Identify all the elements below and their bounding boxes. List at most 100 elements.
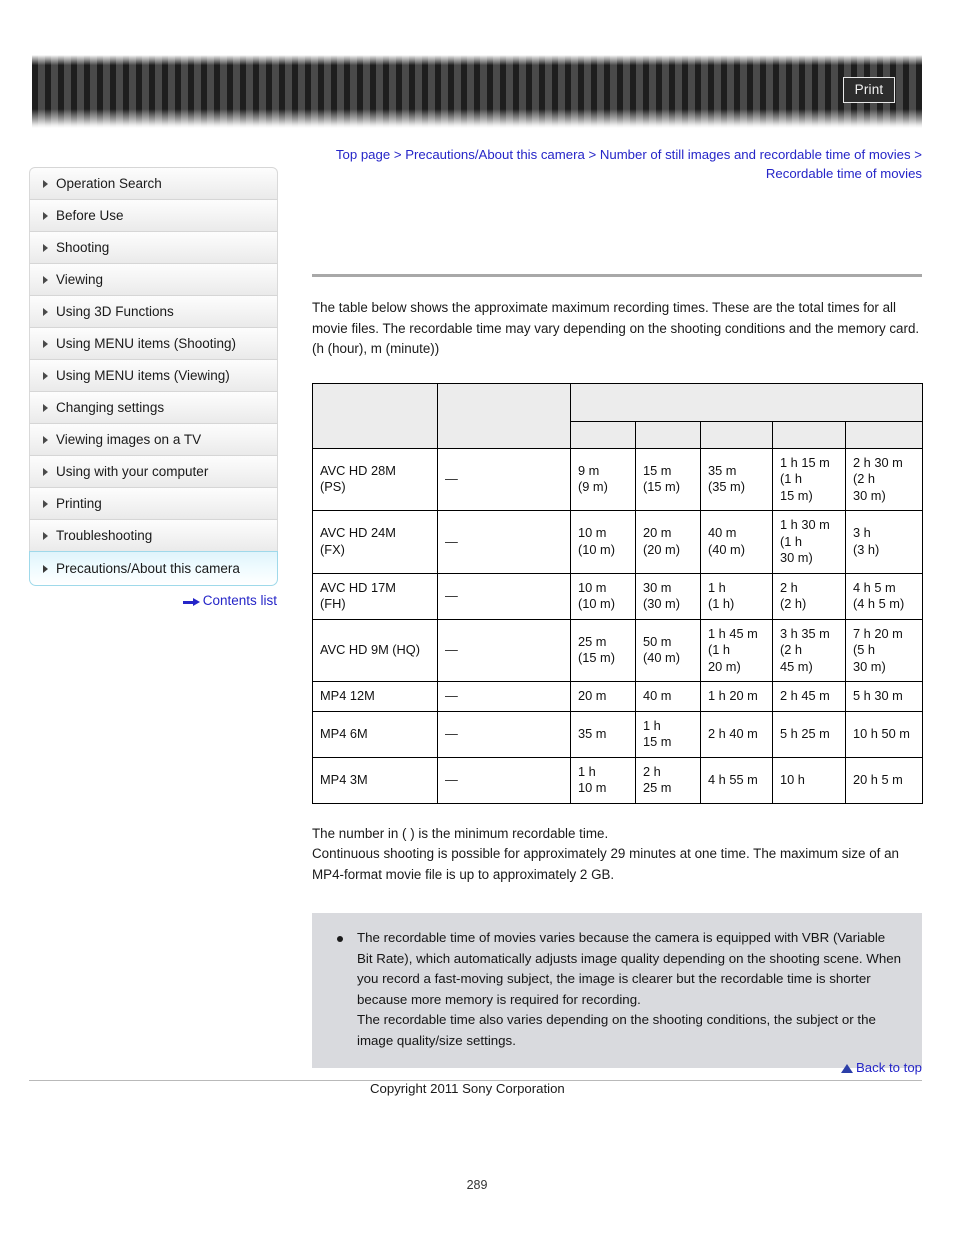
table-cell-value: — bbox=[437, 572, 571, 620]
cell-line: 40 m bbox=[708, 525, 737, 541]
sidebar-item-label: Using 3D Functions bbox=[56, 304, 174, 319]
triangle-right-icon bbox=[43, 531, 48, 540]
sidebar-item-label: Precautions/About this camera bbox=[56, 561, 240, 576]
sidebar-item-using-menu-items-shooting[interactable]: Using MENU items (Shooting) bbox=[29, 327, 278, 359]
cell-line: 7 h 20 m bbox=[853, 625, 903, 641]
cell-line: 25 m bbox=[578, 633, 607, 649]
sidebar-item-troubleshooting[interactable]: Troubleshooting bbox=[29, 519, 278, 551]
cell-line: 3 h bbox=[853, 525, 871, 541]
table-cell-value: 3 h 35 m (2 h 45 m) bbox=[772, 618, 846, 682]
cell-line: (15 m) bbox=[643, 479, 680, 495]
vbr-note-box: The recordable time of movies varies bec… bbox=[312, 913, 922, 1068]
sidebar-item-label: Viewing bbox=[56, 272, 104, 287]
table-cell-value: 30 m (30 m) bbox=[635, 572, 701, 620]
sidebar-item-using-menu-items-viewing[interactable]: Using MENU items (Viewing) bbox=[29, 359, 278, 391]
table-cell-value: 25 m (15 m) bbox=[570, 618, 636, 682]
sidebar-item-shooting[interactable]: Shooting bbox=[29, 231, 278, 263]
triangle-right-icon bbox=[43, 179, 48, 188]
header-cell-capacity-2 bbox=[635, 420, 701, 449]
cell-line: 25 m bbox=[643, 780, 672, 795]
table-cell-value: — bbox=[437, 681, 571, 712]
cell-line: 1 h bbox=[578, 763, 596, 779]
table-cell-model: AVC HD 24M (FX) bbox=[312, 510, 438, 574]
cell-line: 1 h bbox=[643, 717, 661, 733]
sidebar-item-using-3d-functions[interactable]: Using 3D Functions bbox=[29, 295, 278, 327]
header-cell-format bbox=[312, 382, 438, 449]
cell-line: 5 h 25 m bbox=[780, 725, 830, 741]
breadcrumb-item-2[interactable]: Number of still images and recordable ti… bbox=[600, 147, 911, 162]
table-cell-value: 2 h 40 m bbox=[700, 710, 773, 758]
cell-line: 20 m bbox=[578, 688, 607, 703]
back-to-top-link[interactable]: Back to top bbox=[312, 1060, 922, 1075]
cell-line: (2 h bbox=[853, 471, 876, 486]
breadcrumb-separator: > bbox=[910, 147, 922, 162]
table-header-row-1 bbox=[312, 382, 924, 449]
table-cell-model: AVC HD 28M (PS) bbox=[312, 447, 438, 511]
table-cell-value: 9 m (9 m) bbox=[570, 447, 636, 511]
triangle-right-icon bbox=[43, 243, 48, 252]
table-cell-value: 20 m bbox=[570, 681, 636, 712]
cell-line: — bbox=[445, 725, 458, 741]
cell-line: (1 h bbox=[780, 533, 803, 549]
header-cell-internal-memory bbox=[437, 382, 571, 449]
table-cell-value: 1 h 10 m bbox=[570, 756, 636, 804]
table-cell-value: 50 m (40 m) bbox=[635, 618, 701, 682]
cell-line: (1 h bbox=[780, 471, 803, 486]
table-head bbox=[312, 382, 924, 449]
cell-line: 2 h 40 m bbox=[708, 725, 758, 741]
table-cell-model: MP4 3M bbox=[312, 756, 438, 804]
sidebar-item-viewing[interactable]: Viewing bbox=[29, 263, 278, 295]
triangle-right-icon bbox=[43, 564, 48, 573]
table-cell-value: 10 h bbox=[772, 756, 846, 804]
sidebar-item-operation-search[interactable]: Operation Search bbox=[29, 167, 278, 199]
sidebar-item-using-with-your-computer[interactable]: Using with your computer bbox=[29, 455, 278, 487]
table-cell-model: AVC HD 17M (FH) bbox=[312, 572, 438, 620]
table-row: MP4 12M — 20 m 40 m 1 h 20 m 2 h 45 m 5 h 30 m bbox=[312, 681, 924, 712]
sidebar-item-viewing-images-on-a-tv[interactable]: Viewing images on a TV bbox=[29, 423, 278, 455]
print-button[interactable]: Print bbox=[843, 77, 895, 103]
table-cell-value: 1 h 20 m bbox=[700, 681, 773, 712]
sidebar-item-precautions-about-this-camera[interactable]: Precautions/About this camera bbox=[29, 551, 278, 586]
breadcrumb-item-1[interactable]: Precautions/About this camera bbox=[405, 147, 585, 162]
cell-line: (FH) bbox=[320, 596, 346, 611]
table-cell-value: 1 h 15 m (1 h 15 m) bbox=[772, 447, 846, 511]
table-cell-value: — bbox=[437, 510, 571, 574]
sidebar-item-changing-settings[interactable]: Changing settings bbox=[29, 391, 278, 423]
table-cell-value: 4 h 55 m bbox=[700, 756, 773, 804]
cell-line: MP4 12M bbox=[320, 688, 375, 703]
cell-line: 15 m) bbox=[780, 487, 813, 503]
cell-line: AVC HD 17M bbox=[320, 579, 396, 595]
sidebar-item-label: Viewing images on a TV bbox=[56, 432, 202, 447]
cell-line: (2 h) bbox=[780, 596, 807, 611]
table-row: AVC HD 17M (FH) —10 m (10 m) 30 m (30 m) 1 h (1… bbox=[312, 572, 924, 620]
table-cell-value: — bbox=[437, 756, 571, 804]
cell-line: (PS) bbox=[320, 479, 346, 495]
table-cell-value: 10 m (10 m) bbox=[570, 510, 636, 574]
breadcrumb-item-0[interactable]: Top page bbox=[336, 147, 390, 162]
cell-line: — bbox=[445, 688, 458, 703]
cell-line: 30 m bbox=[643, 579, 672, 595]
cell-line: 20 m) bbox=[708, 658, 741, 674]
post-note-line-2: Continuous shooting is possible for appr… bbox=[312, 846, 900, 882]
breadcrumb-item-3[interactable]: Recordable time of movies bbox=[766, 166, 922, 181]
table-cell-value: 35 m bbox=[570, 710, 636, 758]
triangle-right-icon bbox=[43, 435, 48, 444]
page-number: 289 bbox=[466, 1178, 488, 1192]
top-banner: Print bbox=[32, 55, 922, 128]
triangle-right-icon bbox=[43, 499, 48, 508]
cell-line: (40 m) bbox=[708, 541, 745, 557]
sidebar-item-before-use[interactable]: Before Use bbox=[29, 199, 278, 231]
triangle-right-icon bbox=[43, 211, 48, 220]
sidebar-item-printing[interactable]: Printing bbox=[29, 487, 278, 519]
contents-list-link[interactable]: Contents list bbox=[29, 593, 278, 608]
cell-line: 40 m bbox=[643, 688, 672, 703]
cell-line: (3 h) bbox=[853, 541, 880, 557]
table-body: AVC HD 28M (PS) —9 m (9 m) 15 m (15 m) 35 m (35… bbox=[312, 447, 924, 804]
cell-line: (20 m) bbox=[643, 541, 680, 557]
cell-line: (4 h 5 m) bbox=[853, 596, 905, 611]
table-row: MP4 6M — 35 m 1 h 15 m 2 h 40 m 5 h 25 m 10 h 5… bbox=[312, 710, 924, 758]
cell-line: 30 m) bbox=[780, 550, 813, 565]
table-cell-value: 2 h (2 h) bbox=[772, 572, 846, 620]
cell-line: 10 m bbox=[578, 780, 607, 795]
table-cell-value: 3 h (3 h) bbox=[844, 510, 924, 574]
